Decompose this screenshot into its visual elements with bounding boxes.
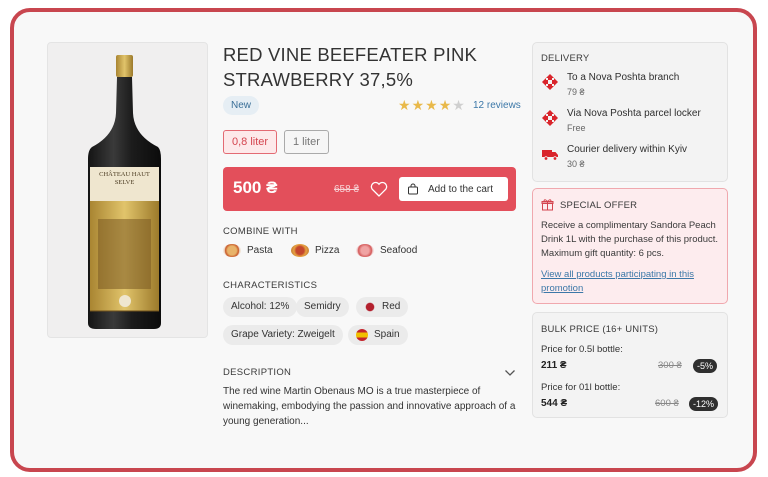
bulk-price-heading: BULK PRICE (16+ UNITS) — [541, 324, 659, 335]
spain-flag-icon — [356, 329, 368, 341]
delivery-title: To a Nova Poshta branch — [567, 72, 680, 83]
bulk-price-card: BULK PRICE (16+ UNITS) Price for 0.5l bo… — [532, 312, 728, 418]
combine-label: Seafood — [380, 245, 418, 256]
combine-item-seafood: Seafood — [356, 244, 417, 257]
bulk-row-discount-badge: -12% — [689, 397, 719, 411]
delivery-card: DELIVERY To a Nova Poshta branch 79 ₴ Vi… — [532, 42, 728, 182]
delivery-price: 79 ₴ — [567, 87, 585, 97]
combine-item-pasta: Pasta — [223, 244, 273, 257]
truck-icon — [542, 150, 558, 161]
pizza-icon — [291, 244, 309, 257]
star-icon: ★ — [425, 97, 438, 113]
chip-label: Grape Variety: Zweigelt — [231, 329, 335, 340]
delivery-heading: DELIVERY — [541, 53, 590, 64]
bottle-label-text: CHÂTEAU HAUT SELVE — [99, 171, 150, 186]
bulk-row-old-price: 300 ₴ — [658, 360, 682, 371]
special-offer-heading: SPECIAL OFFER — [560, 200, 638, 211]
star-icon: ★ — [438, 97, 452, 113]
price-bar: 500 ₴ 658 ₴ Add to the cart — [223, 167, 516, 211]
page-frame: CHÂTEAU HAUT SELVE RED VINE BEEFEATER PI… — [10, 8, 757, 472]
characteristics-heading: CHARACTERISTICS — [223, 280, 318, 291]
volume-option-1[interactable]: 1 liter — [284, 130, 329, 154]
old-price: 658 ₴ — [334, 184, 360, 195]
wine-glass-icon — [364, 301, 376, 313]
chip-label: Alcohol: 12% — [231, 301, 290, 312]
chip-label: Red — [382, 301, 401, 312]
star-empty-icon: ★ — [452, 97, 465, 113]
add-to-cart-label: Add to the cart — [428, 183, 494, 195]
description-text: The red wine Martin Obenaus MO is a true… — [223, 386, 516, 427]
gift-icon — [541, 199, 554, 211]
promotion-link[interactable]: View all products participating in this … — [541, 268, 721, 296]
special-offer-text: Receive a complimentary Sandora Peach Dr… — [541, 220, 719, 259]
delivery-title: Via Nova Poshta parcel locker — [567, 108, 701, 119]
reviews-link[interactable]: 12 reviews — [473, 100, 521, 111]
nova-poshta-icon — [542, 74, 558, 90]
new-badge: New — [223, 96, 260, 115]
favorite-heart-icon[interactable] — [369, 179, 389, 199]
combine-label: Pizza — [315, 245, 340, 256]
delivery-option-courier[interactable]: Courier delivery within Kyiv 30 ₴ — [541, 143, 687, 171]
rating-stars: ★ ★ ★ ★ ★ — [398, 98, 465, 112]
delivery-price: Free — [567, 123, 586, 133]
chip-sweetness: Semidry — [296, 297, 349, 317]
star-icon: ★ — [411, 97, 425, 113]
chip-label: Spain — [374, 329, 400, 340]
product-title: RED VINE BEEFEATER PINK STRAWBERRY 37,5% — [223, 44, 478, 90]
nova-poshta-icon — [542, 110, 558, 126]
chip-country: Spain — [348, 325, 408, 345]
volume-option-0-8[interactable]: 0,8 liter — [223, 130, 278, 154]
bag-icon — [408, 183, 418, 195]
bulk-row-discount-badge: -5% — [693, 359, 718, 373]
seafood-icon — [356, 244, 374, 257]
chip-label: Semidry — [304, 301, 341, 312]
combine-label: Pasta — [247, 245, 273, 256]
description-heading: DESCRIPTION — [223, 367, 292, 378]
bulk-row-price: 544 ₴ — [541, 398, 568, 409]
bulk-row-old-price: 600 ₴ — [655, 398, 679, 409]
wine-bottle-image — [88, 55, 161, 329]
product-image[interactable]: CHÂTEAU HAUT SELVE — [47, 42, 208, 338]
current-price: 500 ₴ — [233, 178, 278, 197]
bulk-row-label: Price for 0.5l bottle: — [541, 344, 623, 355]
bulk-row-label: Price for 01l bottle: — [541, 382, 621, 393]
bulk-row-price: 211 ₴ — [541, 360, 567, 371]
delivery-option-branch[interactable]: To a Nova Poshta branch 79 ₴ — [541, 71, 679, 99]
add-to-cart-button[interactable]: Add to the cart — [399, 177, 508, 201]
combine-heading: COMBINE WITH — [223, 226, 298, 237]
chip-color: Red — [356, 297, 409, 317]
chevron-down-icon[interactable] — [504, 368, 516, 378]
chip-grape: Grape Variety: Zweigelt — [223, 325, 343, 345]
chip-alcohol: Alcohol: 12% — [223, 297, 298, 317]
combine-item-pizza: Pizza — [291, 244, 339, 257]
special-offer-card: SPECIAL OFFER Receive a complimentary Sa… — [532, 188, 728, 304]
pasta-icon — [223, 244, 241, 257]
delivery-price: 30 ₴ — [567, 159, 585, 169]
star-icon: ★ — [398, 97, 411, 113]
delivery-title: Courier delivery within Kyiv — [567, 144, 688, 155]
delivery-option-locker[interactable]: Via Nova Poshta parcel locker Free — [541, 107, 701, 135]
